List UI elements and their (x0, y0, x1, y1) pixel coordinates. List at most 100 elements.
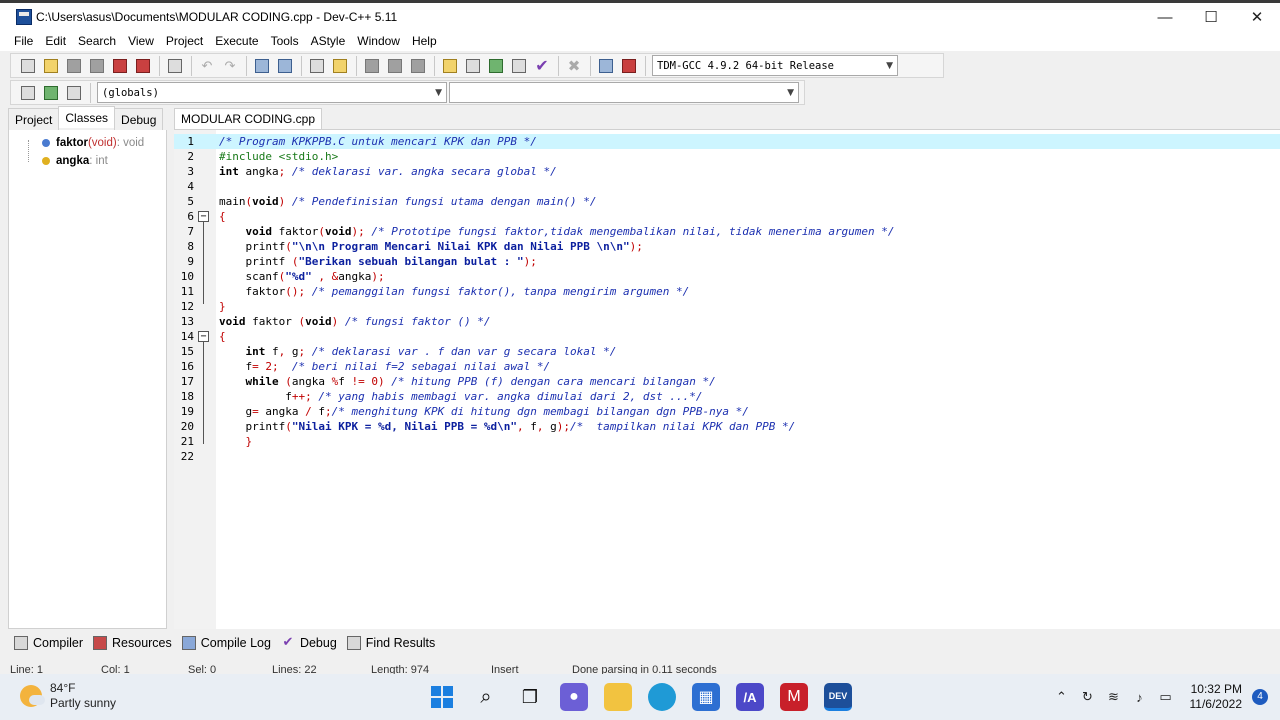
status-col: Col: 1 (101, 664, 130, 674)
line-number: 5 (187, 195, 194, 208)
tab-project[interactable]: Project (8, 108, 60, 130)
run-icon (466, 58, 480, 73)
tab-find-results[interactable]: Find Results (346, 636, 435, 650)
insert-icon (21, 85, 35, 100)
menu-view[interactable]: View (123, 34, 159, 48)
left-panel-tabs: Project Classes Debug (8, 106, 167, 130)
undo-button[interactable]: ↶ (198, 57, 216, 75)
volume-icon[interactable]: ♪ (1130, 690, 1150, 705)
save-button[interactable] (65, 57, 83, 75)
line-text: } (219, 300, 226, 313)
new-file-button[interactable] (19, 57, 37, 75)
tab-debug[interactable]: Debug (114, 108, 164, 130)
menu-search[interactable]: Search (73, 34, 121, 48)
chart-icon (599, 58, 613, 73)
tab-resources[interactable]: Resources (93, 636, 172, 650)
close-button[interactable]: ✕ (1234, 3, 1280, 31)
goto-declaration-button[interactable] (42, 84, 60, 102)
stop-execution-button[interactable]: ✖ (565, 57, 583, 75)
line-number: 22 (180, 450, 194, 463)
notification-badge[interactable]: 4 (1252, 689, 1268, 705)
find-button[interactable] (253, 57, 271, 75)
run-button[interactable] (464, 57, 482, 75)
search-button[interactable]: ⌕ (472, 683, 500, 711)
fold-toggle[interactable]: − (198, 211, 209, 222)
edge-button[interactable] (648, 683, 676, 711)
sync-icon[interactable]: ↻ (1078, 689, 1098, 705)
devcpp-taskbar-button[interactable]: DEV (824, 683, 852, 711)
store-button[interactable]: ▦ (692, 683, 720, 711)
app-button[interactable]: /A (736, 683, 764, 711)
line-text: int angka; /* deklarasi var. angka secar… (219, 165, 557, 178)
menu-edit[interactable]: Edit (40, 34, 71, 48)
menu-help[interactable]: Help (407, 34, 442, 48)
tab-classes[interactable]: Classes (58, 106, 116, 128)
close-all-icon (136, 58, 150, 73)
delete-profile-button[interactable] (620, 57, 638, 75)
goto-definition-button[interactable] (65, 84, 83, 102)
status-line: Line: 1 (10, 664, 44, 674)
weather-widget[interactable]: 84°F Partly sunny (20, 681, 116, 711)
variable-icon (42, 157, 50, 165)
compile-run-button[interactable] (487, 57, 505, 75)
mcafee-button[interactable]: M (780, 683, 808, 711)
close-all-button[interactable] (134, 57, 152, 75)
project-options-button[interactable] (409, 57, 427, 75)
tab-debug-output[interactable]: ✔ Debug (281, 635, 337, 650)
file-explorer-button[interactable] (604, 683, 632, 711)
task-view-button[interactable]: ❐ (516, 683, 544, 711)
project-remove-button[interactable] (386, 57, 404, 75)
minimize-button[interactable]: — (1142, 3, 1188, 31)
line-text: g= angka / f;/* menghitung KPK di hitung… (219, 405, 749, 418)
taskbar-apps: ⌕ ❐ ● ▦ /A M DEV (428, 683, 868, 711)
scope-select[interactable]: (globals) ▼ (97, 82, 447, 103)
menu-project[interactable]: Project (161, 34, 208, 48)
task-view-icon: ❐ (521, 686, 539, 707)
tab-compile-log[interactable]: Compile Log (181, 636, 271, 650)
code-editor[interactable]: 1 /* Program KPKPPB.C untuk mencari KPK d… (174, 129, 1280, 629)
line-text: int f, g; /* deklarasi var . f dan var g… (245, 345, 617, 358)
rebuild-all-button[interactable] (510, 57, 528, 75)
save-all-button[interactable] (88, 57, 106, 75)
toolbar-separator (558, 55, 559, 76)
code-lines: 1 /* Program KPKPPB.C untuk mencari KPK d… (174, 134, 1280, 464)
menu-window[interactable]: Window (352, 34, 405, 48)
redo-button[interactable]: ↷ (221, 57, 239, 75)
toggle-bookmark-button[interactable] (331, 57, 349, 75)
start-button[interactable] (428, 683, 456, 711)
chat-button[interactable]: ● (560, 683, 588, 711)
line-number: 7 (187, 225, 194, 238)
project-add-button[interactable] (363, 57, 381, 75)
function-icon (42, 139, 50, 147)
close-file-icon (113, 58, 127, 73)
wifi-icon[interactable]: ≋ (1104, 689, 1124, 705)
member-select[interactable]: ▼ (449, 82, 799, 103)
chevron-up-icon[interactable]: ⌃ (1052, 689, 1072, 705)
line-text: void faktor (void) /* fungsi faktor () *… (219, 315, 491, 328)
fold-toggle[interactable]: − (198, 331, 209, 342)
tab-compiler[interactable]: Compiler (14, 636, 83, 650)
status-sel: Sel: 0 (188, 664, 217, 674)
insert-button[interactable] (19, 84, 37, 102)
menu-file[interactable]: File (9, 34, 38, 48)
battery-icon[interactable]: ▭ (1156, 689, 1176, 705)
open-file-button[interactable] (42, 57, 60, 75)
print-button[interactable] (166, 57, 184, 75)
compiler-select[interactable]: TDM-GCC 4.9.2 64-bit Release ▼ (652, 55, 898, 76)
menu-execute[interactable]: Execute (210, 34, 263, 48)
compile-button[interactable] (441, 57, 459, 75)
replace-button[interactable] (276, 57, 294, 75)
editor-tab[interactable]: MODULAR CODING.cpp (174, 108, 323, 129)
profile-button[interactable] (597, 57, 615, 75)
tree-item-faktor[interactable]: faktor (void) : void (22, 134, 144, 152)
clock[interactable]: 10:32 PM 11/6/2022 (1190, 682, 1243, 712)
code-line: 18 f++; /* yang habis membagi var. angka… (174, 389, 1280, 404)
tree-item-angka[interactable]: angka : int (22, 152, 144, 170)
syntax-check-button[interactable]: ✔ (533, 57, 551, 75)
menu-tools[interactable]: Tools (266, 34, 304, 48)
line-number: 11 (180, 285, 194, 298)
close-file-button[interactable] (111, 57, 129, 75)
maximize-button[interactable]: ☐ (1188, 3, 1234, 31)
menu-astyle[interactable]: AStyle (306, 34, 351, 48)
goto-line-button[interactable] (308, 57, 326, 75)
